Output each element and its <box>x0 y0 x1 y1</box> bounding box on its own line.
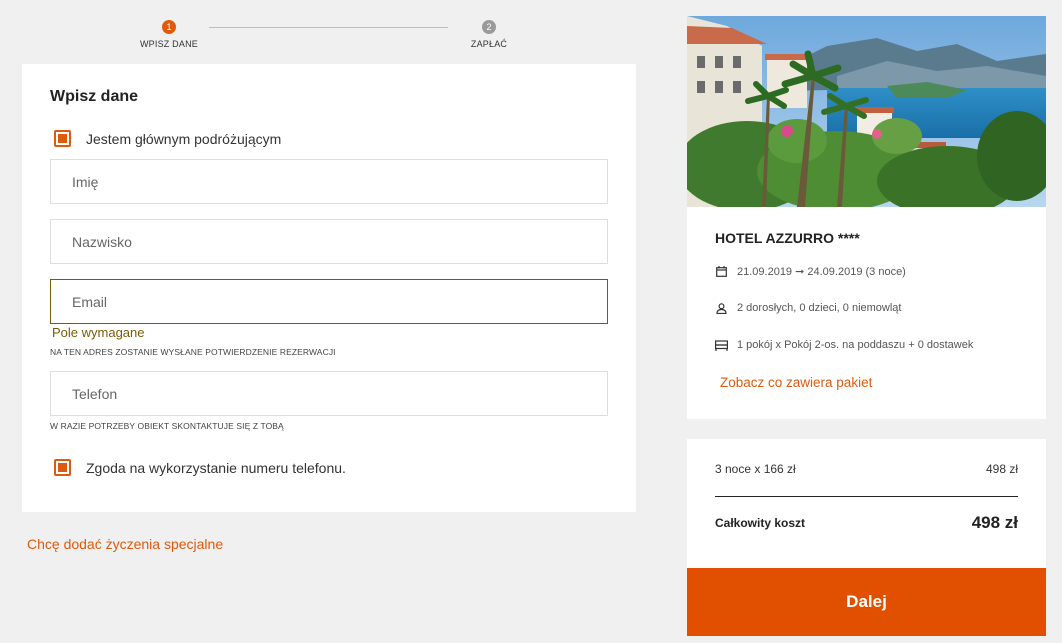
special-requests-link[interactable]: Chcę dodać życzenia specjalne <box>27 536 223 552</box>
hotel-name: HOTEL AZZURRO **** <box>715 230 860 246</box>
stepper-line <box>209 27 448 28</box>
price-summary-card: 3 noce x 166 zł 498 zł Całkowity koszt 4… <box>687 439 1046 569</box>
phone-consent-label: Zgoda na wykorzystanie numeru telefonu. <box>86 459 346 476</box>
bed-icon <box>714 338 728 352</box>
step-label: WPISZ DANE <box>139 39 198 49</box>
hotel-photo <box>687 16 1046 207</box>
total-price-label: Całkowity koszt <box>715 516 806 530</box>
email-input[interactable] <box>51 280 607 323</box>
user-icon <box>714 301 728 315</box>
nights-price-value: 498 zł <box>985 462 1018 476</box>
traveler-form: Wpisz dane Jestem głównym podróżującym P… <box>22 64 636 512</box>
checkout-stepper: 1 WPISZ DANE 2 ZAPŁAĆ <box>140 20 520 54</box>
nights-price-row: 3 noce x 166 zł 498 zł <box>715 462 1018 476</box>
guests-row: 2 dorosłych, 0 dzieci, 0 niemowląt <box>714 301 901 315</box>
first-name-field <box>50 159 608 204</box>
room-summary: 1 pokój x Pokój 2-os. na poddaszu + 0 do… <box>737 339 974 351</box>
calendar-icon <box>714 264 728 278</box>
room-row: 1 pokój x Pokój 2-os. na poddaszu + 0 do… <box>714 338 973 352</box>
step-label: ZAPŁAĆ <box>470 39 508 49</box>
checkbox-checked-mark <box>58 134 67 143</box>
phone-consent-checkbox[interactable] <box>54 459 71 476</box>
phone-hint: W RAZIE POTRZEBY OBIEKT SKONTAKTUJE SIĘ … <box>50 421 284 431</box>
email-error-message: Pole wymagane <box>52 325 145 340</box>
email-field <box>50 279 608 324</box>
stay-dates: 21.09.2019 ➞ 24.09.2019 (3 noce) <box>737 265 906 278</box>
form-title: Wpisz dane <box>50 88 139 105</box>
hotel-summary-card: HOTEL AZZURRO **** 21.09.2019 ➞ 24.09.20… <box>687 16 1046 419</box>
price-divider <box>715 496 1018 497</box>
hotel-photo-illustration <box>687 16 1046 207</box>
first-name-input[interactable] <box>51 160 607 203</box>
main-traveler-label: Jestem głównym podróżującym <box>86 130 282 147</box>
step-number: 1 <box>162 20 176 34</box>
step-pay: 2 ZAPŁAĆ <box>454 20 524 49</box>
phone-consent-checkbox-row[interactable]: Zgoda na wykorzystanie numeru telefonu. <box>54 459 346 476</box>
step-number: 2 <box>482 20 496 34</box>
email-hint: NA TEN ADRES ZOSTANIE WYSŁANE POTWIERDZE… <box>50 347 336 357</box>
total-price-value: 498 zł <box>971 513 1018 532</box>
last-name-input[interactable] <box>51 220 607 263</box>
guests-summary: 2 dorosłych, 0 dzieci, 0 niemowląt <box>737 302 902 314</box>
checkbox-checked-mark <box>58 463 67 472</box>
main-traveler-checkbox-row[interactable]: Jestem głównym podróżującym <box>54 130 281 147</box>
phone-input[interactable] <box>51 372 607 415</box>
last-name-field <box>50 219 608 264</box>
phone-field <box>50 371 608 416</box>
stay-dates-row: 21.09.2019 ➞ 24.09.2019 (3 noce) <box>714 264 906 278</box>
total-price-row: Całkowity koszt 498 zł <box>715 513 1018 533</box>
step-enter-data: 1 WPISZ DANE <box>134 20 204 49</box>
package-details-link[interactable]: Zobacz co zawiera pakiet <box>720 375 872 390</box>
next-button[interactable]: Dalej <box>687 568 1046 636</box>
nights-price-label: 3 noce x 166 zł <box>715 462 796 476</box>
main-traveler-checkbox[interactable] <box>54 130 71 147</box>
